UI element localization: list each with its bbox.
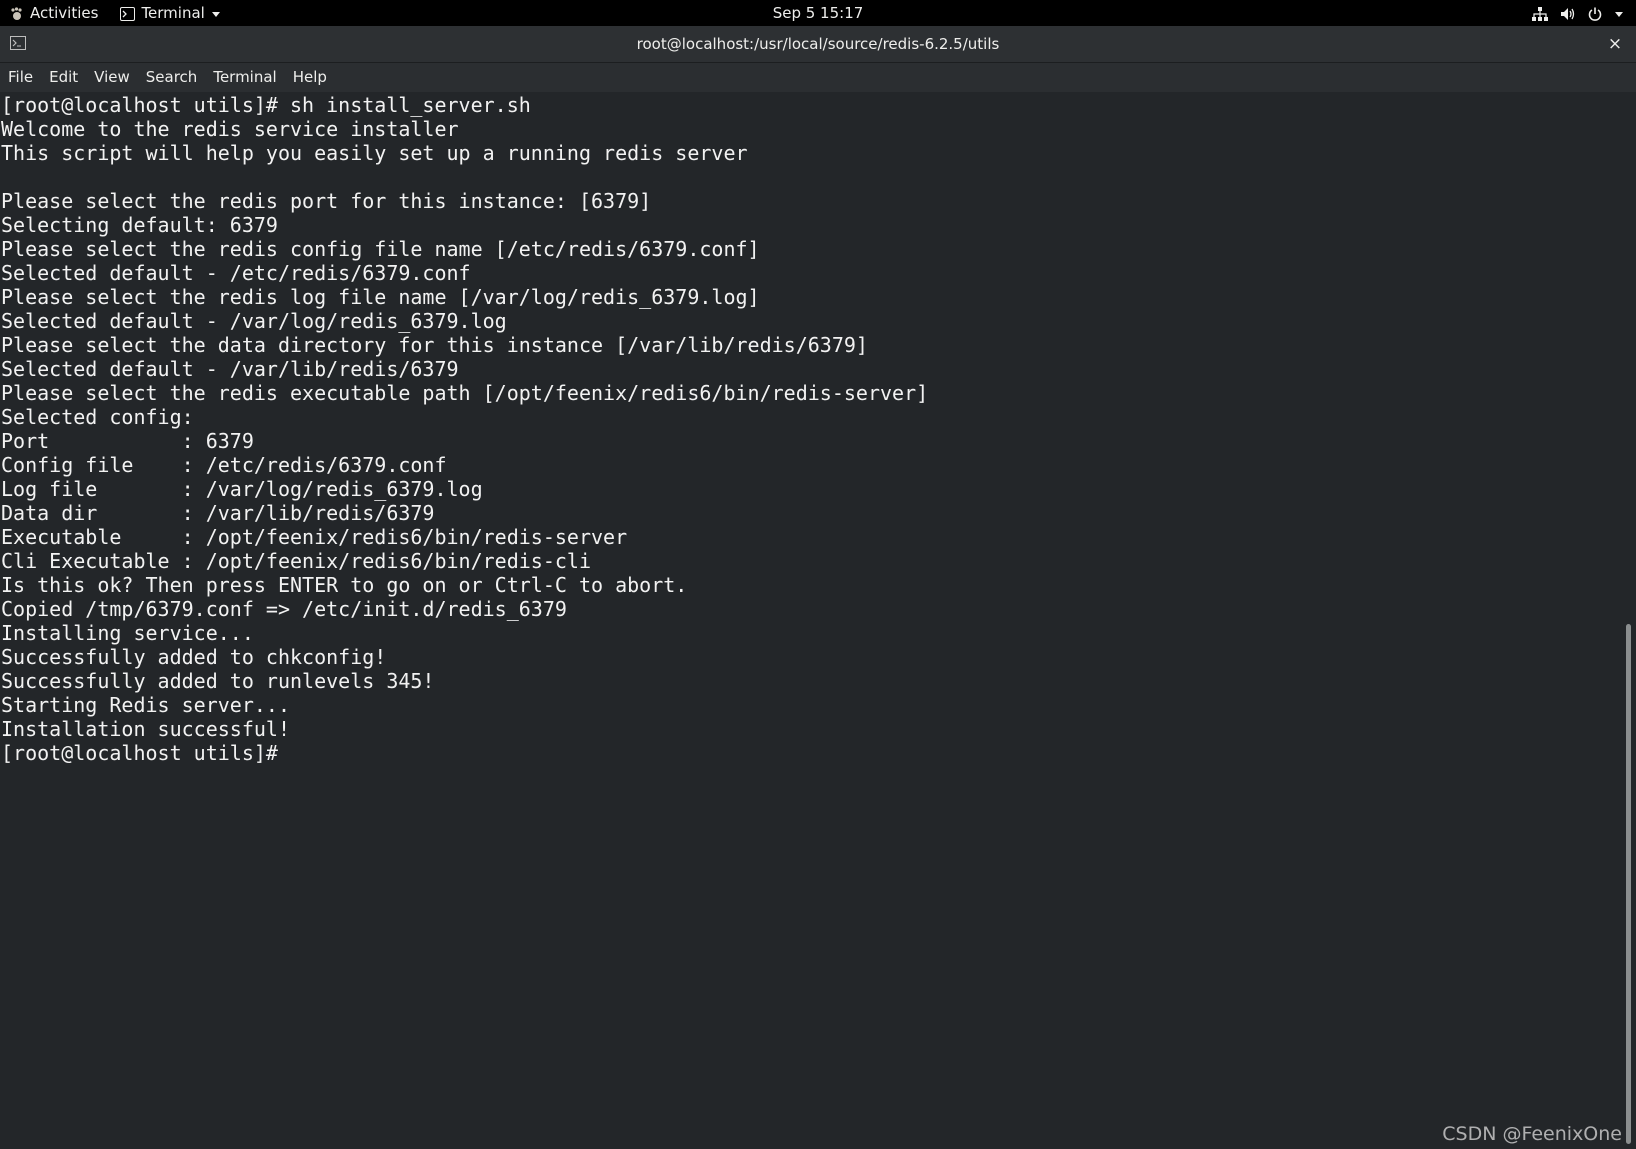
terminal-line: This script will help you easily set up …	[1, 141, 748, 165]
chevron-down-icon	[1614, 4, 1624, 22]
terminal-line: Please select the redis config file name…	[1, 237, 760, 261]
terminal-line: Data dir : /var/lib/redis/6379	[1, 501, 435, 525]
terminal-line: Selected default - /var/lib/redis/6379	[1, 357, 459, 381]
terminal-line: Port : 6379	[1, 429, 254, 453]
terminal-line: Please select the redis log file name [/…	[1, 285, 760, 309]
terminal-line: Selected default - /var/log/redis_6379.l…	[1, 309, 507, 333]
menu-item-edit[interactable]: Edit	[41, 63, 86, 92]
terminal-app-icon	[120, 4, 136, 22]
menu-item-terminal[interactable]: Terminal	[205, 63, 284, 92]
terminal-line: Successfully added to chkconfig!	[1, 645, 387, 669]
top-bar-left: Activities Terminal	[10, 0, 221, 26]
terminal-line: Starting Redis server...	[1, 693, 290, 717]
gnome-foot-icon	[10, 4, 24, 22]
terminal-line: Installation successful!	[1, 717, 290, 741]
menu-item-file[interactable]: File	[0, 63, 41, 92]
terminal-scrollbar[interactable]	[1622, 92, 1636, 1149]
volume-icon	[1560, 4, 1576, 22]
terminal-line: Selected default - /etc/redis/6379.conf	[1, 261, 471, 285]
terminal-line: Selected config:	[1, 405, 194, 429]
window-title: root@localhost:/usr/local/source/redis-6…	[636, 35, 1000, 53]
system-status-menu[interactable]	[1532, 0, 1624, 26]
chevron-down-icon	[211, 4, 221, 22]
clock-button[interactable]: Sep 5 15:17	[773, 4, 864, 22]
terminal-line: Please select the redis executable path …	[1, 381, 929, 405]
activities-label: Activities	[30, 4, 99, 22]
terminal-line: Please select the redis port for this in…	[1, 189, 652, 213]
app-menu-button[interactable]: Terminal	[120, 4, 220, 22]
terminal-line: Welcome to the redis service installer	[1, 117, 459, 141]
terminal-line: Config file : /etc/redis/6379.conf	[1, 453, 447, 477]
terminal-line: Successfully added to runlevels 345!	[1, 669, 435, 693]
power-icon	[1588, 4, 1602, 22]
terminal-line: Selecting default: 6379	[1, 213, 278, 237]
terminal-line: Copied /tmp/6379.conf => /etc/init.d/red…	[1, 597, 567, 621]
terminal-line: Is this ok? Then press ENTER to go on or…	[1, 573, 688, 597]
terminal-line: Executable : /opt/feenix/redis6/bin/redi…	[1, 525, 628, 549]
terminal-line: Please select the data directory for thi…	[1, 333, 868, 357]
network-icon	[1532, 4, 1548, 22]
window-title-bar[interactable]: root@localhost:/usr/local/source/redis-6…	[0, 26, 1636, 63]
menu-item-search[interactable]: Search	[138, 63, 206, 92]
close-button[interactable]: ×	[1604, 33, 1626, 55]
terminal-line: Cli Executable : /opt/feenix/redis6/bin/…	[1, 549, 592, 573]
app-menu-label: Terminal	[141, 4, 205, 22]
terminal-output[interactable]: [root@localhost utils]# sh install_serve…	[0, 92, 1622, 1149]
terminal-line: Installing service...	[1, 621, 254, 645]
terminal-line: [root@localhost utils]#	[1, 741, 290, 765]
clock-area: Sep 5 15:17	[0, 0, 1636, 26]
activities-button[interactable]: Activities	[10, 4, 98, 22]
menu-bar: File Edit View Search Terminal Help	[0, 63, 1636, 92]
scrollbar-thumb[interactable]	[1626, 624, 1631, 1144]
menu-item-help[interactable]: Help	[285, 63, 335, 92]
menu-item-view[interactable]: View	[86, 63, 138, 92]
terminal-line: Log file : /var/log/redis_6379.log	[1, 477, 483, 501]
top-bar: Activities Terminal Sep 5 15:17	[0, 0, 1636, 26]
terminal-line: [root@localhost utils]# sh install_serve…	[1, 93, 531, 117]
watermark: CSDN @FeenixOne	[1442, 1123, 1622, 1145]
